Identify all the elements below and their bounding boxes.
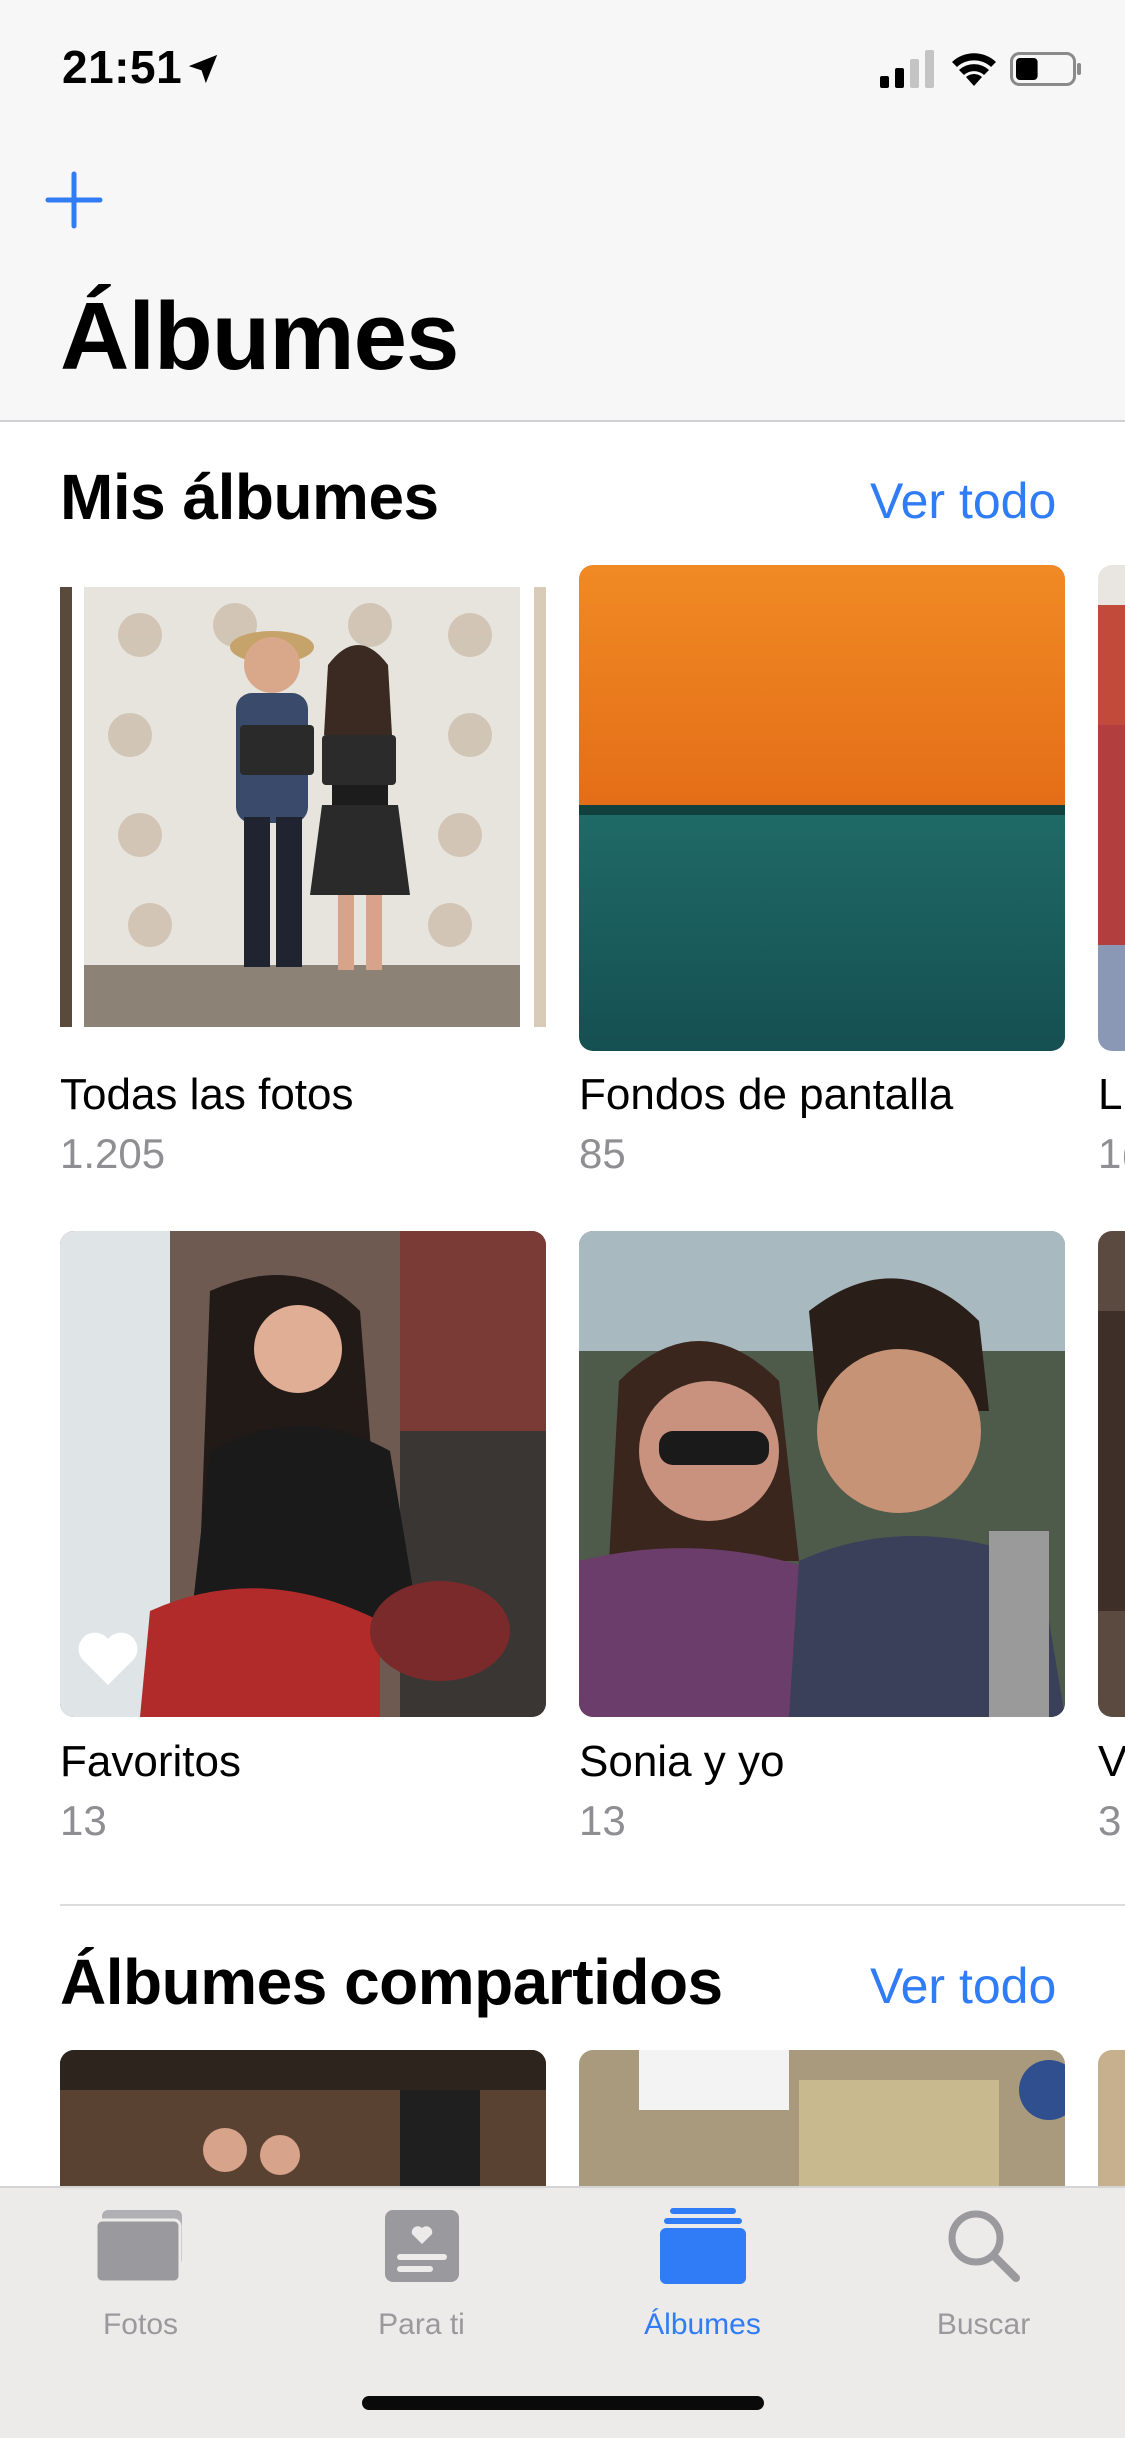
tab-search[interactable]: Buscar bbox=[843, 2198, 1124, 2368]
add-album-button[interactable] bbox=[44, 170, 104, 230]
home-indicator bbox=[362, 2396, 764, 2410]
album-count: 1.205 bbox=[60, 1130, 166, 1177]
shared-album-thumbnail-2[interactable] bbox=[579, 2050, 1065, 2190]
tab-label: Buscar bbox=[936, 2308, 1031, 2341]
location-arrow-icon bbox=[188, 54, 218, 84]
for-you-icon bbox=[384, 2210, 459, 2282]
tab-albums[interactable]: Álbumes bbox=[562, 2198, 843, 2368]
my-albums-see-all-link[interactable]: Ver todo bbox=[870, 472, 1056, 530]
shared-album-thumbnail-1[interactable] bbox=[60, 2050, 546, 2190]
status-time: 21:51 bbox=[62, 41, 183, 93]
wifi-icon bbox=[952, 53, 996, 86]
tab-photos[interactable]: Fotos bbox=[0, 2198, 281, 2368]
page-title: Álbumes bbox=[60, 283, 459, 390]
shared-albums-see-all-link[interactable]: Ver todo bbox=[870, 1957, 1056, 2015]
tab-label: Fotos bbox=[102, 2308, 179, 2341]
album-count: 13 bbox=[579, 1797, 626, 1844]
tab-label: Álbumes bbox=[644, 2308, 761, 2341]
my-albums-heading: Mis álbumes bbox=[60, 461, 439, 533]
album-name: L bbox=[1098, 1070, 1123, 1119]
album-name: V bbox=[1098, 1737, 1125, 1786]
album-name: Favoritos bbox=[60, 1737, 241, 1786]
album-thumbnail-sonia-y-yo[interactable] bbox=[579, 1231, 1065, 1717]
shared-albums-heading: Álbumes compartidos bbox=[60, 1946, 723, 2018]
album-count: 13 bbox=[60, 1797, 107, 1844]
battery-icon bbox=[1010, 52, 1081, 86]
header-divider bbox=[0, 420, 1125, 422]
tab-label: Para ti bbox=[378, 2308, 465, 2341]
album-thumbnail-all-photos[interactable] bbox=[60, 565, 546, 1051]
album-name: Todas las fotos bbox=[60, 1070, 354, 1119]
tab-for-you[interactable]: Para ti bbox=[281, 2198, 562, 2368]
albums-icon bbox=[659, 2208, 746, 2284]
album-thumbnail-third[interactable] bbox=[1098, 565, 1125, 1051]
shared-album-thumbnail-3[interactable] bbox=[1098, 2050, 1125, 2190]
album-thumbnail-wallpapers[interactable] bbox=[579, 565, 1065, 1051]
album-thumbnail-sixth[interactable] bbox=[1098, 1231, 1125, 1717]
photos-icon bbox=[95, 2210, 182, 2284]
section-divider bbox=[60, 1904, 1125, 1906]
favorite-heart-icon bbox=[78, 1632, 138, 1685]
album-count: 1( bbox=[1098, 1130, 1125, 1177]
search-icon bbox=[948, 2210, 1020, 2282]
album-count: 85 bbox=[579, 1130, 626, 1177]
album-name: Sonia y yo bbox=[579, 1737, 785, 1786]
album-count: 3 bbox=[1098, 1797, 1122, 1844]
album-thumbnail-favorites[interactable] bbox=[60, 1231, 546, 1717]
cellular-signal-icon bbox=[880, 50, 934, 88]
album-name: Fondos de pantalla bbox=[579, 1070, 954, 1119]
